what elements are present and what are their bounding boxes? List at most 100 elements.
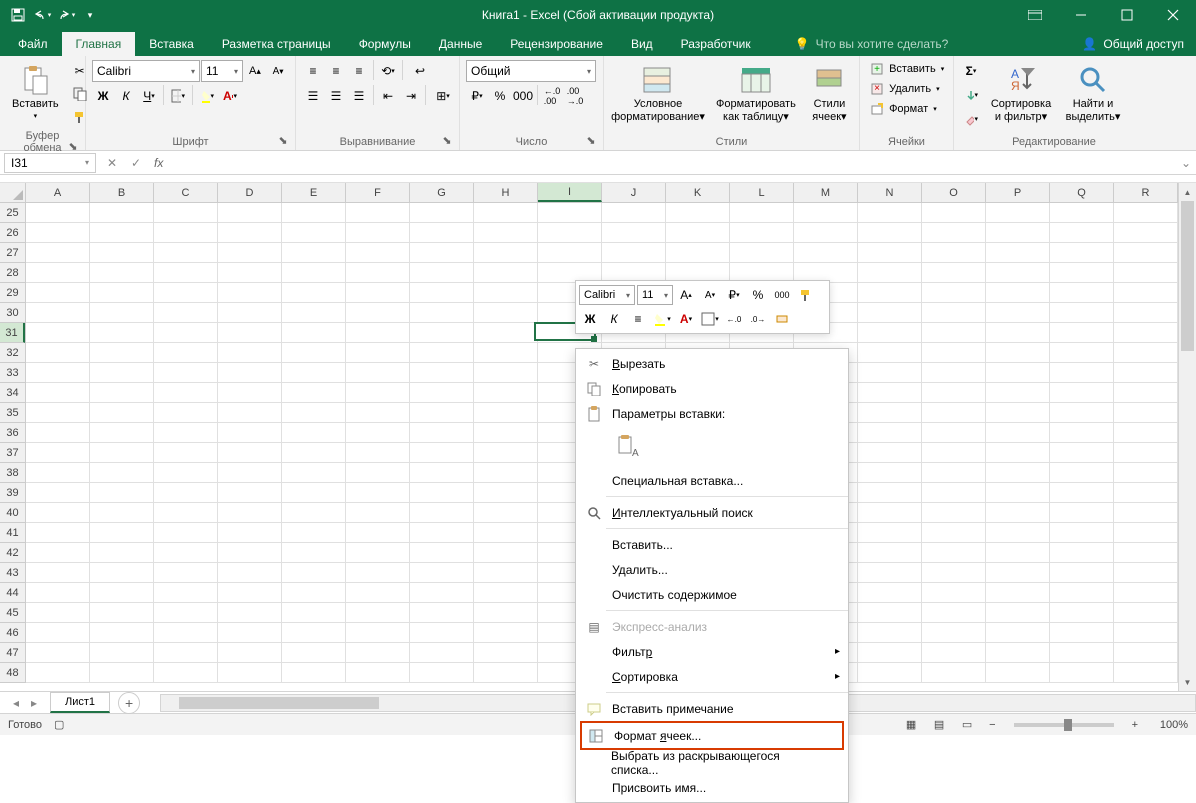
cell-styles-button[interactable]: Стилиячеек▾ <box>806 60 853 128</box>
number-launcher-icon[interactable]: ⬊ <box>585 134 597 146</box>
fill-color-icon[interactable]: ▾ <box>196 85 218 107</box>
maximize-icon[interactable] <box>1104 0 1150 30</box>
row-header-31[interactable]: 31 <box>0 323 25 343</box>
borders-icon[interactable]: ▾ <box>167 85 189 107</box>
row-header-45[interactable]: 45 <box>0 603 25 623</box>
row-header-46[interactable]: 46 <box>0 623 25 643</box>
formula-input[interactable] <box>169 153 1176 173</box>
align-top-icon[interactable]: ≡ <box>302 60 324 82</box>
normal-view-icon[interactable]: ▦ <box>899 716 923 734</box>
increase-decimal-icon[interactable]: ←.0.00 <box>541 85 563 107</box>
column-header-N[interactable]: N <box>858 183 922 202</box>
row-header-44[interactable]: 44 <box>0 583 25 603</box>
clipboard-launcher-icon[interactable]: ⬊ <box>67 140 79 152</box>
ctx-pick-from-list[interactable]: Выбрать из раскрывающегося списка... <box>576 750 848 775</box>
column-header-M[interactable]: M <box>794 183 858 202</box>
sheet-prev-icon[interactable]: ◂ <box>8 696 24 710</box>
redo-icon[interactable]: ▾ <box>56 5 76 25</box>
tell-me-search[interactable]: 💡 Что вы хотите сделать? <box>785 32 959 56</box>
tab-review[interactable]: Рецензирование <box>496 32 617 56</box>
row-header-48[interactable]: 48 <box>0 663 25 683</box>
column-header-G[interactable]: G <box>410 183 474 202</box>
column-header-J[interactable]: J <box>602 183 666 202</box>
row-header-28[interactable]: 28 <box>0 263 25 283</box>
align-right-icon[interactable]: ☰ <box>348 85 370 107</box>
page-break-view-icon[interactable]: ▭ <box>955 716 979 734</box>
find-select-button[interactable]: Найти ивыделить▾ <box>1060 60 1126 128</box>
vertical-scrollbar[interactable]: ▲ ▼ <box>1178 183 1196 691</box>
tab-insert[interactable]: Вставка <box>135 32 208 56</box>
column-header-H[interactable]: H <box>474 183 538 202</box>
tab-file[interactable]: Файл <box>4 32 62 56</box>
column-header-I[interactable]: I <box>538 183 602 202</box>
sort-filter-button[interactable]: АЯ Сортировкаи фильтр▾ <box>986 60 1056 128</box>
alignment-launcher-icon[interactable]: ⬊ <box>441 134 453 146</box>
row-header-39[interactable]: 39 <box>0 483 25 503</box>
row-header-33[interactable]: 33 <box>0 363 25 383</box>
align-middle-icon[interactable]: ≡ <box>325 60 347 82</box>
column-header-B[interactable]: B <box>90 183 154 202</box>
column-header-Q[interactable]: Q <box>1050 183 1114 202</box>
row-header-36[interactable]: 36 <box>0 423 25 443</box>
increase-indent-icon[interactable]: ⇥ <box>400 85 422 107</box>
mini-percent-icon[interactable]: % <box>747 284 769 306</box>
close-icon[interactable] <box>1150 0 1196 30</box>
format-cells-button[interactable]: Формат ▾ <box>866 100 952 118</box>
ctx-clear[interactable]: Очистить содержимое <box>576 582 848 607</box>
mini-increase-font-icon[interactable]: A▴ <box>675 284 697 306</box>
font-color-icon[interactable]: А▾ <box>219 85 241 107</box>
decrease-indent-icon[interactable]: ⇤ <box>377 85 399 107</box>
row-header-47[interactable]: 47 <box>0 643 25 663</box>
underline-icon[interactable]: Ч▾ <box>138 85 160 107</box>
column-header-F[interactable]: F <box>346 183 410 202</box>
percent-icon[interactable]: % <box>489 85 511 107</box>
fill-icon[interactable]: ▾ <box>960 84 982 106</box>
row-header-38[interactable]: 38 <box>0 463 25 483</box>
column-header-P[interactable]: P <box>986 183 1050 202</box>
conditional-format-button[interactable]: Условноеформатирование▾ <box>610 60 706 128</box>
minimize-icon[interactable] <box>1058 0 1104 30</box>
mini-borders-icon[interactable]: ▾ <box>699 308 721 330</box>
align-bottom-icon[interactable]: ≡ <box>348 60 370 82</box>
mini-dec-decimal-icon[interactable]: .0→ <box>747 308 769 330</box>
mini-decrease-font-icon[interactable]: A▾ <box>699 284 721 306</box>
merge-icon[interactable]: ⊞▾ <box>429 85 457 107</box>
ctx-smart-lookup[interactable]: Интеллектуальный поиск <box>576 500 848 525</box>
sheet-tab[interactable]: Лист1 <box>50 692 110 713</box>
fx-icon[interactable]: fx <box>154 156 163 170</box>
paste-button[interactable]: Вставить ▾ <box>6 60 65 124</box>
mini-merge-icon[interactable] <box>771 308 793 330</box>
ctx-paste-option[interactable]: A <box>612 430 644 462</box>
ctx-sort[interactable]: Сортировка▸ <box>576 664 848 689</box>
sheet-next-icon[interactable]: ▸ <box>26 696 42 710</box>
mini-font-combo[interactable]: Calibri▾ <box>579 285 635 305</box>
ctx-cut[interactable]: ✂Вырезать <box>576 351 848 376</box>
font-size-combo[interactable]: 11▾ <box>201 60 243 82</box>
comma-icon[interactable]: 000 <box>512 85 534 107</box>
ctx-delete[interactable]: Удалить... <box>576 557 848 582</box>
ctx-filter[interactable]: Фильтр▸ <box>576 639 848 664</box>
tab-layout[interactable]: Разметка страницы <box>208 32 345 56</box>
italic-icon[interactable]: К <box>115 85 137 107</box>
zoom-level[interactable]: 100% <box>1148 719 1188 731</box>
ctx-copy[interactable]: Копировать <box>576 376 848 401</box>
font-name-combo[interactable]: Calibri▾ <box>92 60 200 82</box>
macro-record-icon[interactable]: ▢ <box>54 718 64 731</box>
share-button[interactable]: 👤 Общий доступ <box>1070 32 1196 56</box>
row-header-32[interactable]: 32 <box>0 343 25 363</box>
align-center-icon[interactable]: ☰ <box>325 85 347 107</box>
select-all-button[interactable] <box>0 183 26 203</box>
row-header-41[interactable]: 41 <box>0 523 25 543</box>
cancel-formula-icon[interactable]: ✕ <box>100 153 124 173</box>
column-header-L[interactable]: L <box>730 183 794 202</box>
font-launcher-icon[interactable]: ⬊ <box>277 134 289 146</box>
tab-home[interactable]: Главная <box>62 32 136 56</box>
column-header-A[interactable]: A <box>26 183 90 202</box>
ctx-define-name[interactable]: Присвоить имя... <box>576 775 848 800</box>
increase-font-icon[interactable]: A▴ <box>244 60 266 82</box>
mini-italic-icon[interactable]: К <box>603 308 625 330</box>
row-header-26[interactable]: 26 <box>0 223 25 243</box>
decrease-font-icon[interactable]: A▾ <box>267 60 289 82</box>
row-header-40[interactable]: 40 <box>0 503 25 523</box>
insert-cells-button[interactable]: + Вставить ▾ <box>866 60 952 78</box>
